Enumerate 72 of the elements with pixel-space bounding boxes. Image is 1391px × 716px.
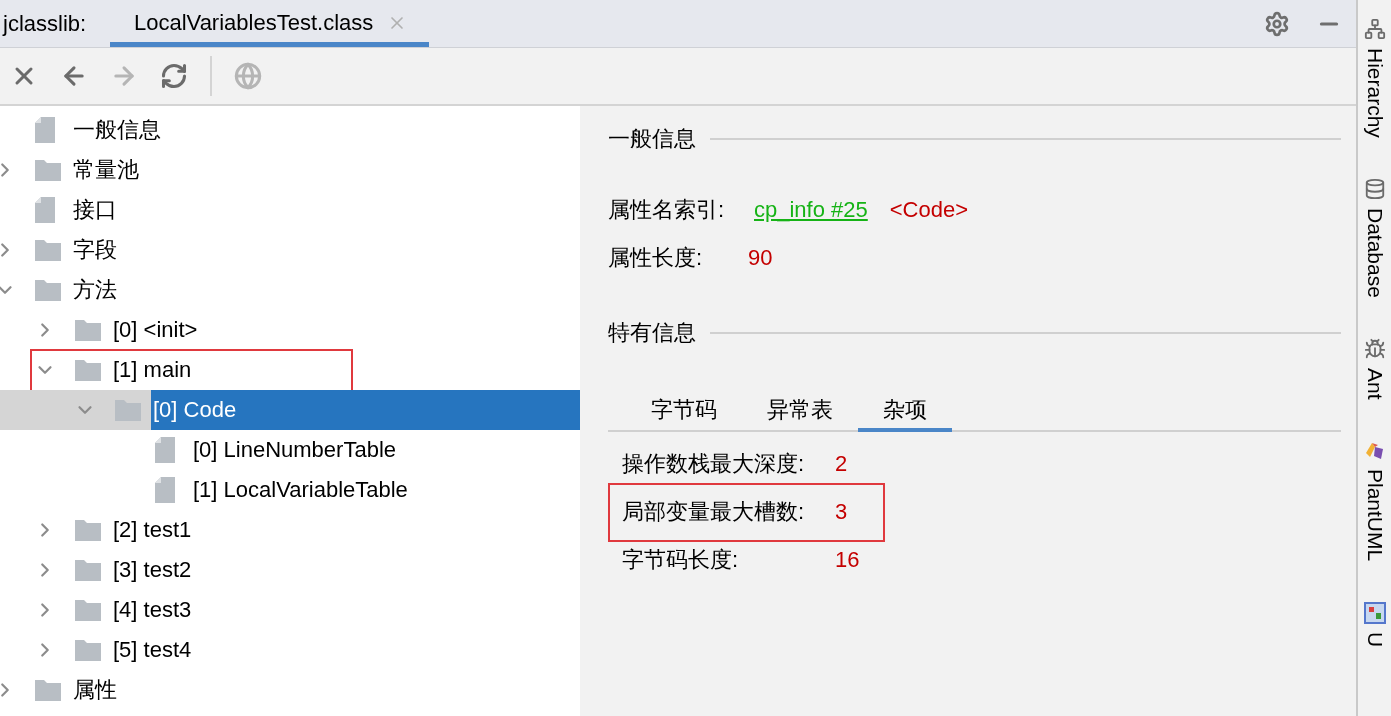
tool-window-title: jclasslib: [1,10,88,37]
tree-row[interactable]: [4] test3 [0,590,580,630]
section-title: 特有信息 [608,319,696,347]
tree-row[interactable]: [0] Code [0,390,580,430]
settings-icon[interactable] [1264,10,1290,37]
tree-row[interactable]: 字段 [0,230,580,270]
side-tool-label[interactable]: Hierarchy [1362,48,1387,138]
folder-icon [35,279,61,301]
field-value: 2 [835,451,848,477]
section-title: 一般信息 [608,125,696,153]
field-value: 3 [835,499,848,525]
hierarchy-icon [1363,18,1386,40]
node-label: [0] Code [151,390,580,430]
folder-icon [35,239,61,261]
side-tool-label[interactable]: Ant [1362,367,1387,400]
tree-row[interactable]: [1] main [0,350,580,390]
side-tool-label[interactable]: PlantUML [1362,469,1387,562]
tree-row[interactable]: 属性 [0,670,580,710]
tree-row[interactable]: 方法 [0,270,580,310]
file-icon [35,197,55,223]
field-value: <Code> [889,197,969,223]
folder-icon [75,599,101,621]
folder-icon [75,559,101,581]
folder-icon [115,399,141,421]
field-label: 属性名索引: [608,196,726,224]
tree-row[interactable]: [2] test1 [0,510,580,550]
database-icon [1363,177,1386,200]
file-icon [155,477,175,503]
bug-icon [1363,337,1386,360]
field-label: 属性长度: [608,244,704,272]
tree-row[interactable]: 常量池 [0,150,580,190]
field-label: 操作数栈最大深度: [622,450,806,478]
tree-row[interactable]: [1] LocalVariableTable [0,470,580,510]
node-label: [0] <init> [112,316,198,344]
folder-icon [75,519,101,541]
folder-icon [75,639,101,661]
tree-row[interactable]: 一般信息 [0,110,580,150]
file-icon [35,117,55,143]
refresh-button[interactable] [160,62,188,90]
field-label: 局部变量最大槽数: [622,498,806,526]
folder-icon [35,159,61,181]
side-tool-label[interactable]: Database [1362,207,1387,298]
detail-tab[interactable]: 字节码 [626,390,742,432]
folder-icon [35,679,61,701]
tree-row[interactable]: 接口 [0,190,580,230]
folder-icon [75,319,101,341]
node-label: [1] LocalVariableTable [192,476,408,504]
detail-tab[interactable]: 杂项 [858,390,952,432]
file-icon [155,437,175,463]
node-label: 常量池 [72,156,139,184]
node-label: 字段 [72,236,117,264]
uml-icon [1363,601,1386,624]
node-label: 方法 [72,276,117,304]
node-label: [2] test1 [112,516,192,544]
tree-row[interactable]: [5] test4 [0,630,580,670]
node-label: 接口 [72,196,117,224]
side-tool-label[interactable]: U [1362,631,1387,647]
node-label: [5] test4 [112,636,192,664]
field-label: 字节码长度: [622,546,740,574]
node-label: 属性 [72,676,117,704]
node-label: [1] main [112,356,192,384]
node-label: [3] test2 [112,556,192,584]
field-value: 90 [748,245,773,271]
folder-icon [75,359,101,381]
field-value: 16 [835,547,860,573]
detail-tab[interactable]: 异常表 [742,390,858,432]
node-label: [0] LineNumberTable [192,436,396,464]
tree-row[interactable]: [0] LineNumberTable [0,430,580,470]
tree-row[interactable]: [0] <init> [0,310,580,350]
tree-row[interactable]: [3] test2 [0,550,580,590]
node-label: 一般信息 [72,116,161,144]
node-label: [4] test3 [112,596,192,624]
